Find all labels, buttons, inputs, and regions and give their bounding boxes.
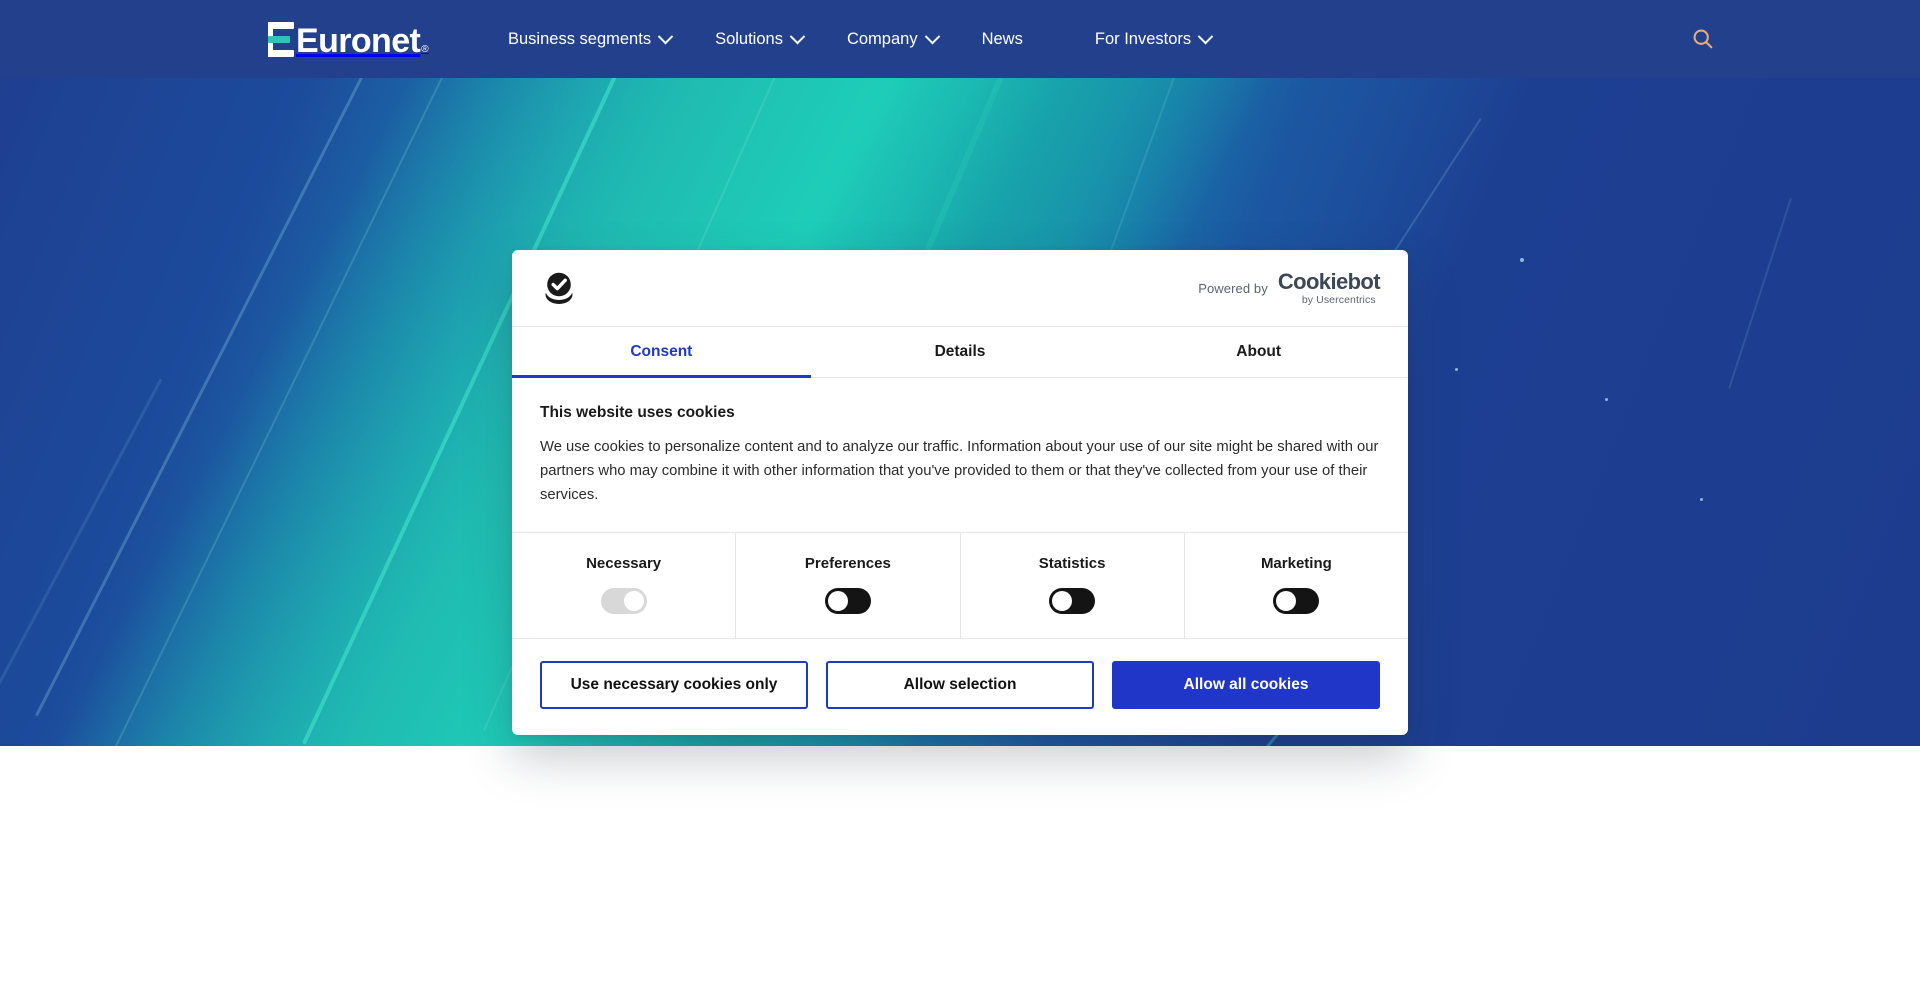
cookiebot-brand-name: Cookiebot [1277, 268, 1381, 294]
tab-label: Details [934, 343, 986, 360]
registered-mark: ® [421, 44, 429, 55]
category-label: Preferences [804, 554, 891, 572]
nav-label: News [981, 29, 1023, 48]
category-preferences: Preferences [736, 532, 961, 638]
category-label: Marketing [1260, 554, 1332, 572]
nav-item-for-investors[interactable]: For Investors [1094, 22, 1214, 57]
hero-speck [1520, 258, 1524, 262]
euronet-logo-text: Euronet [296, 22, 421, 60]
dialog-heading: This website uses cookies [540, 404, 735, 421]
toggle-knob [827, 590, 848, 611]
toggle-knob [1052, 590, 1073, 611]
top-navigation-bar: Euronet ® Business segments Solutions Co… [0, 0, 1920, 78]
cookiebot-sub-brand: by Usercentrics [1301, 293, 1376, 306]
hero-speck [1605, 398, 1608, 401]
nav-label: Company [846, 29, 918, 48]
nav-label: Business segments [508, 29, 652, 48]
cookie-categories: Necessary Preferences Statistics Marketi… [512, 531, 1408, 639]
dialog-body: This website uses cookies We use cookies… [512, 378, 1408, 532]
category-necessary: Necessary [512, 532, 737, 638]
search-icon [1693, 29, 1713, 49]
nav-item-solutions[interactable]: Solutions [715, 22, 806, 57]
page-root: Euronet ® Business segments Solutions Co… [0, 0, 1920, 993]
powered-by-cookiebot: Powered by Cookiebot by Usercentrics [1198, 268, 1381, 306]
use-necessary-cookies-only-button[interactable]: Use necessary cookies only [540, 660, 808, 709]
tab-consent[interactable]: Consent [512, 327, 811, 378]
powered-by-label: Powered by [1198, 280, 1268, 296]
tab-label: About [1236, 343, 1282, 360]
toggle-knob [1276, 590, 1297, 611]
euronet-e-mark-icon [268, 22, 294, 57]
dialog-description: We use cookies to personalize content an… [540, 439, 1379, 503]
tab-about[interactable]: About [1109, 327, 1408, 377]
nav-label: For Investors [1094, 29, 1192, 48]
category-label: Necessary [586, 554, 662, 572]
toggle-preferences[interactable] [824, 587, 871, 614]
toggle-knob [623, 590, 644, 611]
toggle-statistics[interactable] [1049, 587, 1096, 614]
chevron-down-icon [789, 28, 806, 44]
toggle-marketing[interactable] [1273, 587, 1320, 614]
chevron-down-icon [924, 28, 940, 44]
euronet-logo[interactable]: Euronet ® [268, 17, 429, 60]
cookie-consent-dialog: Powered by Cookiebot by Usercentrics Con… [512, 250, 1408, 735]
tab-label: Consent [630, 343, 693, 360]
nav-label: Solutions [715, 29, 783, 48]
chevron-down-icon [657, 28, 674, 44]
chevron-down-icon [1197, 28, 1214, 44]
allow-selection-button[interactable]: Allow selection [826, 660, 1094, 709]
category-statistics: Statistics [961, 532, 1185, 638]
cookiebot-wordmark: Cookiebot by Usercentrics [1277, 268, 1381, 306]
button-label: Use necessary cookies only [570, 675, 778, 693]
toggle-necessary [600, 587, 647, 614]
dialog-actions: Use necessary cookies only Allow selecti… [512, 639, 1408, 735]
cookiebot-cookie-check-icon [540, 269, 578, 307]
search-button[interactable] [1686, 22, 1720, 56]
dialog-header: Powered by Cookiebot by Usercentrics [512, 250, 1408, 326]
nav-item-company[interactable]: Company [846, 22, 940, 57]
hero-speck [1700, 498, 1703, 501]
category-label: Statistics [1038, 554, 1106, 572]
button-label: Allow selection [903, 675, 1017, 693]
dialog-tabs: Consent Details About [512, 326, 1408, 378]
category-marketing: Marketing [1185, 533, 1408, 638]
page-content-below-hero [0, 746, 1920, 993]
nav-item-news[interactable]: News [982, 22, 1023, 57]
button-label: Allow all cookies [1183, 675, 1309, 693]
allow-all-cookies-button[interactable]: Allow all cookies [1112, 660, 1380, 709]
hero-speck [1455, 368, 1458, 371]
main-menu: Business segments Solutions Company News… [508, 0, 1214, 78]
nav-item-business-segments[interactable]: Business segments [508, 22, 674, 57]
tab-details[interactable]: Details [811, 327, 1110, 377]
